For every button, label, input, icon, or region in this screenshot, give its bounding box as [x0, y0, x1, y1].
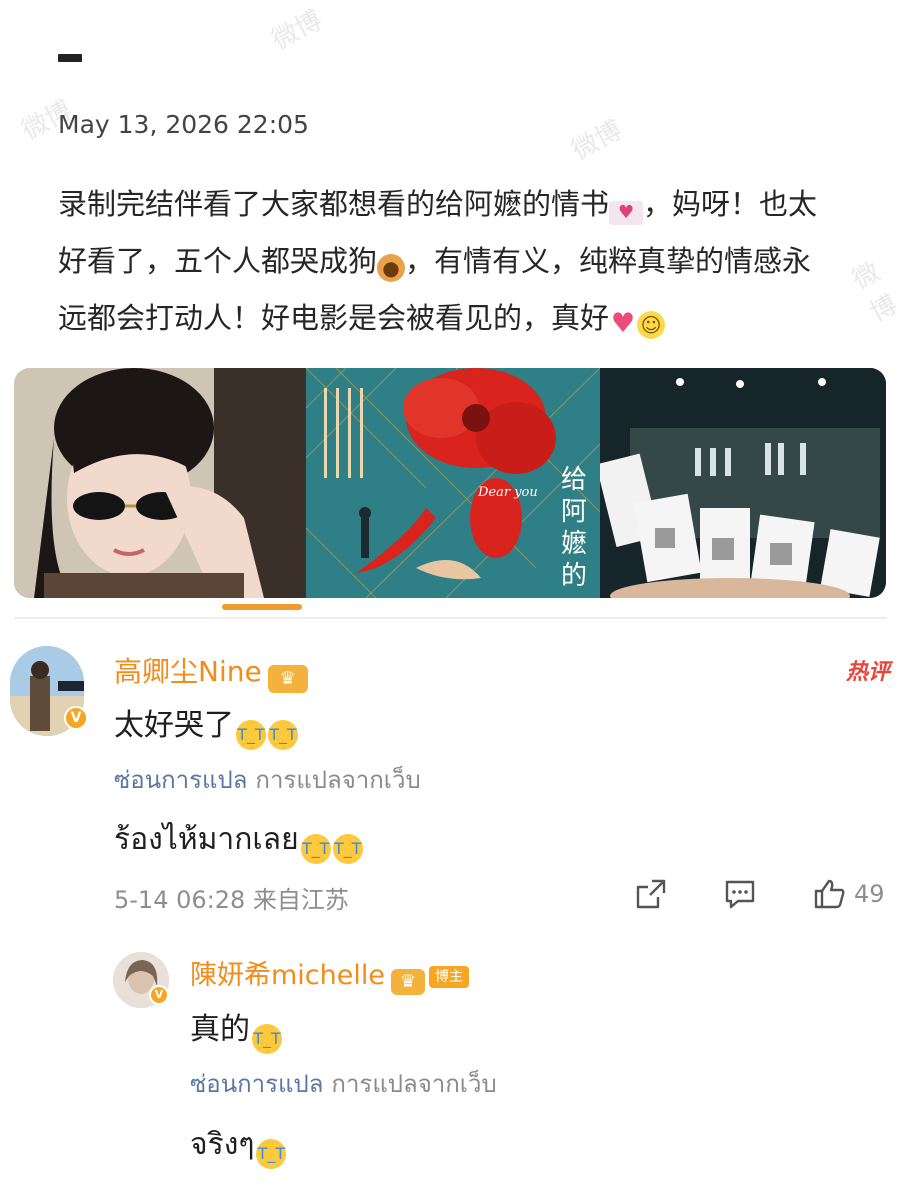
hide-translation-link[interactable]: ซ่อนการแปล	[190, 1070, 323, 1098]
smile-icon: ☺	[637, 311, 666, 339]
gallery-scroll-indicator	[222, 604, 302, 610]
post-date: May 13, 2026 22:05	[58, 110, 309, 139]
hide-translation-link[interactable]: ซ่อนการแปล	[114, 766, 247, 794]
tickets-illustration	[600, 368, 886, 598]
gallery-image-selfie[interactable]	[14, 368, 306, 598]
translated-text: จริงๆ T_T	[190, 1121, 287, 1169]
poster-title-char: 嬷	[561, 529, 587, 559]
translation-row: ซ่อนการแปล การแปลจากเว็บ	[114, 760, 421, 799]
comment-username[interactable]: 高卿尘Nine ♛	[114, 650, 308, 693]
reply-button[interactable]	[722, 874, 758, 914]
comment-text-content: 太好哭了	[114, 708, 234, 743]
comment-icon	[725, 880, 755, 909]
crown-icon: ♛	[267, 665, 308, 693]
translated-text-content: ร้องไห้มากเลย	[114, 822, 299, 857]
translated-text-content: จริงๆ	[190, 1127, 255, 1162]
dog-icon: ●	[377, 254, 406, 282]
gallery-image-poster[interactable]: 给 阿 嬷 的 Dear you	[306, 368, 600, 598]
crying-emoji-icon: T_T	[252, 1024, 282, 1054]
watermark: 微博	[267, 5, 328, 57]
username-text[interactable]: 高卿尘Nine	[114, 655, 262, 688]
post-text-part: ，妈呀！也太	[643, 187, 818, 221]
blogger-badge: 博主	[429, 966, 469, 988]
comment-time: 5-14 06:28	[114, 886, 246, 914]
post-text-part: 远都会打动人！好电影是会被看见的，真好	[58, 301, 610, 335]
like-button[interactable]: 49	[812, 874, 885, 914]
love-letter-icon: ♥	[609, 201, 644, 225]
translation-row: ซ่อนการแปล การแปลจากเว็บ	[190, 1064, 497, 1103]
crying-emoji-icon: T_T	[300, 834, 331, 864]
verified-badge-icon: V	[149, 985, 169, 1005]
like-count: 49	[854, 880, 885, 908]
comment-meta: 5-14 06:28 来自江苏	[114, 880, 349, 915]
comment-text: 真的 T_T	[190, 1004, 282, 1054]
collapse-handle[interactable]	[58, 54, 82, 62]
comment-username[interactable]: 陳妍希michelle ♛ 博主	[190, 953, 469, 995]
gallery-divider	[14, 617, 886, 619]
crying-emoji-icon: T_T	[332, 834, 363, 864]
comment-text: 太好哭了 T_T T_T	[114, 700, 298, 750]
verified-badge-icon: V	[64, 706, 88, 730]
comment-text-content: 真的	[190, 1012, 250, 1047]
poster-subtitle: Dear you	[477, 485, 538, 500]
post-text-part: 好看了，五个人都哭成狗	[58, 244, 378, 278]
image-gallery[interactable]: 给 阿 嬷 的 Dear you	[14, 368, 886, 598]
post-text-part: 录制完结伴看了大家都想看的给阿嬷的情书	[58, 187, 610, 221]
translated-text: ร้องไห้มากเลย T_T T_T	[114, 816, 363, 864]
post-text-part: ，有情有义，纯粹真挚的情感永	[405, 244, 812, 278]
crying-emoji-icon: T_T	[268, 720, 298, 750]
username-text[interactable]: 陳妍希michelle	[190, 960, 385, 991]
heart-icon: ♥	[610, 308, 636, 339]
post-text: 录制完结伴看了大家都想看的给阿嬷的情书 ♥ ，妈呀！也太 好看了，五个人都哭成狗 ●，…	[58, 176, 858, 347]
crying-emoji-icon: T_T	[256, 1139, 287, 1169]
crying-emoji-icon: T_T	[236, 720, 266, 750]
web-translation-label: การแปลจากเว็บ	[255, 766, 421, 794]
crown-icon: ♛	[391, 969, 425, 995]
poster-title-char: 的	[561, 561, 587, 591]
poster-title-char: 给	[561, 465, 587, 495]
watermark: 微博	[567, 115, 628, 167]
share-button[interactable]	[634, 874, 668, 914]
comment-location: 来自江苏	[252, 886, 349, 914]
share-icon	[636, 879, 666, 909]
poster-illustration: 给 阿 嬷 的 Dear you	[306, 368, 600, 598]
gallery-image-tickets[interactable]	[600, 368, 886, 598]
poster-title-char: 阿	[561, 497, 587, 527]
selfie-illustration	[14, 368, 306, 598]
thumbs-up-icon	[814, 879, 845, 909]
hot-comment-tag: 热评	[846, 660, 891, 685]
web-translation-label: การแปลจากเว็บ	[331, 1070, 497, 1098]
